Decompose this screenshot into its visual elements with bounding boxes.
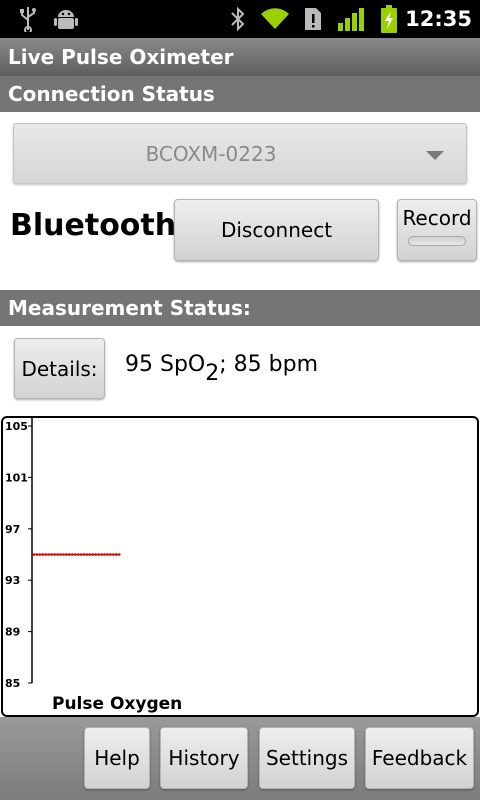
signal-icon [336, 5, 366, 33]
y-tick-label-2: 93 [5, 574, 20, 587]
measurement-status-header: Measurement Status: [0, 290, 480, 326]
data-point-0-13 [70, 553, 74, 556]
y-tick-label-1: 89 [5, 626, 20, 639]
pulse-oxygen-chart: 85 89 93 97 101 105 Pulse Oxygen [1, 416, 479, 717]
data-point-0-3 [41, 553, 45, 556]
y-tick-label-0: 85 [5, 677, 20, 690]
data-point-0-5 [47, 553, 50, 556]
status-bar: 12:35 [0, 0, 480, 38]
data-point-0-25 [106, 553, 109, 556]
bottom-nav-bar: Help History Settings Feedback [0, 717, 480, 800]
y-tick-label-4: 101 [5, 471, 28, 484]
measurement-reading: 95 SpO2; 85 bpm [125, 352, 318, 386]
help-label: Help [94, 746, 140, 770]
details-button[interactable]: Details: [14, 338, 105, 399]
bluetooth-icon [226, 5, 250, 33]
disconnect-button[interactable]: Disconnect [174, 199, 379, 261]
record-indicator [408, 236, 466, 246]
app-title-bar: Live Pulse Oximeter [0, 38, 480, 76]
data-point-0-28 [115, 553, 118, 556]
disconnect-label: Disconnect [220, 218, 333, 242]
measurement-status-title: Measurement Status: [8, 296, 251, 320]
feedback-label: Feedback [371, 746, 468, 770]
spo-subscript: 2 [205, 361, 220, 386]
data-point-0-4 [44, 553, 48, 556]
data-point-0-21 [94, 553, 98, 556]
y-tick-label-3: 97 [5, 523, 20, 536]
data-point-0-24 [103, 553, 106, 556]
y-tick-label-5: 105 [5, 420, 28, 433]
data-point-0-17 [82, 553, 86, 556]
data-point-0-23 [100, 553, 103, 556]
history-button[interactable]: History [160, 727, 248, 789]
connection-status-title: Connection Status [8, 82, 215, 106]
app-title: Live Pulse Oximeter [8, 45, 234, 69]
details-label: Details: [21, 356, 98, 381]
data-point-0-6 [50, 553, 53, 556]
connection-status-header: Connection Status [0, 76, 480, 112]
wifi-icon [258, 5, 292, 33]
battery-charging-icon [378, 5, 400, 33]
data-point-0-12 [67, 553, 71, 556]
record-toggle-button[interactable]: Record [397, 199, 477, 261]
history-label: History [168, 746, 240, 770]
sim-icon [302, 5, 324, 33]
data-point-0-14 [73, 553, 77, 556]
data-point-0-18 [85, 553, 89, 556]
data-point-0-26 [109, 553, 112, 556]
settings-button[interactable]: Settings [259, 727, 355, 789]
data-point-0-15 [76, 553, 80, 556]
feedback-button[interactable]: Feedback [365, 727, 474, 789]
usb-icon [16, 5, 40, 33]
device-spinner[interactable]: BCOXM-0223 [13, 123, 467, 184]
data-point-0-9 [59, 553, 62, 556]
bpm-text: ; 85 bpm [219, 352, 319, 377]
chevron-down-icon [426, 151, 444, 160]
spo2-value: 95 [125, 352, 153, 377]
y-ticks: 85 89 93 97 101 105 [5, 420, 32, 690]
chart-svg: 85 89 93 97 101 105 Pulse Oxygen [5, 418, 182, 714]
bluetooth-label: Bluetooth: [10, 208, 189, 243]
data-point-0-16 [79, 553, 83, 556]
chart-x-label: Pulse Oxygen [52, 694, 182, 714]
data-point-0-10 [62, 553, 65, 556]
data-point-0-7 [53, 553, 56, 556]
android-debug-icon [52, 5, 80, 33]
clock: 12:35 [405, 7, 472, 31]
data-point-0-1 [35, 553, 39, 556]
data-point-0-20 [91, 553, 95, 556]
pulse-oxygen-trace [32, 553, 121, 556]
data-point-0-11 [65, 553, 68, 556]
device-name: BCOXM-0223 [145, 142, 277, 166]
data-point-0-27 [112, 553, 115, 556]
data-point-0-29 [117, 553, 121, 556]
data-point-0-2 [38, 553, 42, 556]
record-label: Record [402, 206, 472, 230]
data-point-0-8 [56, 553, 59, 556]
help-button[interactable]: Help [84, 727, 150, 789]
data-point-0-19 [88, 553, 92, 556]
spo-label: SpO [160, 352, 206, 377]
settings-label: Settings [265, 746, 349, 770]
data-point-0-22 [97, 553, 100, 556]
data-point-0-0 [32, 553, 36, 556]
